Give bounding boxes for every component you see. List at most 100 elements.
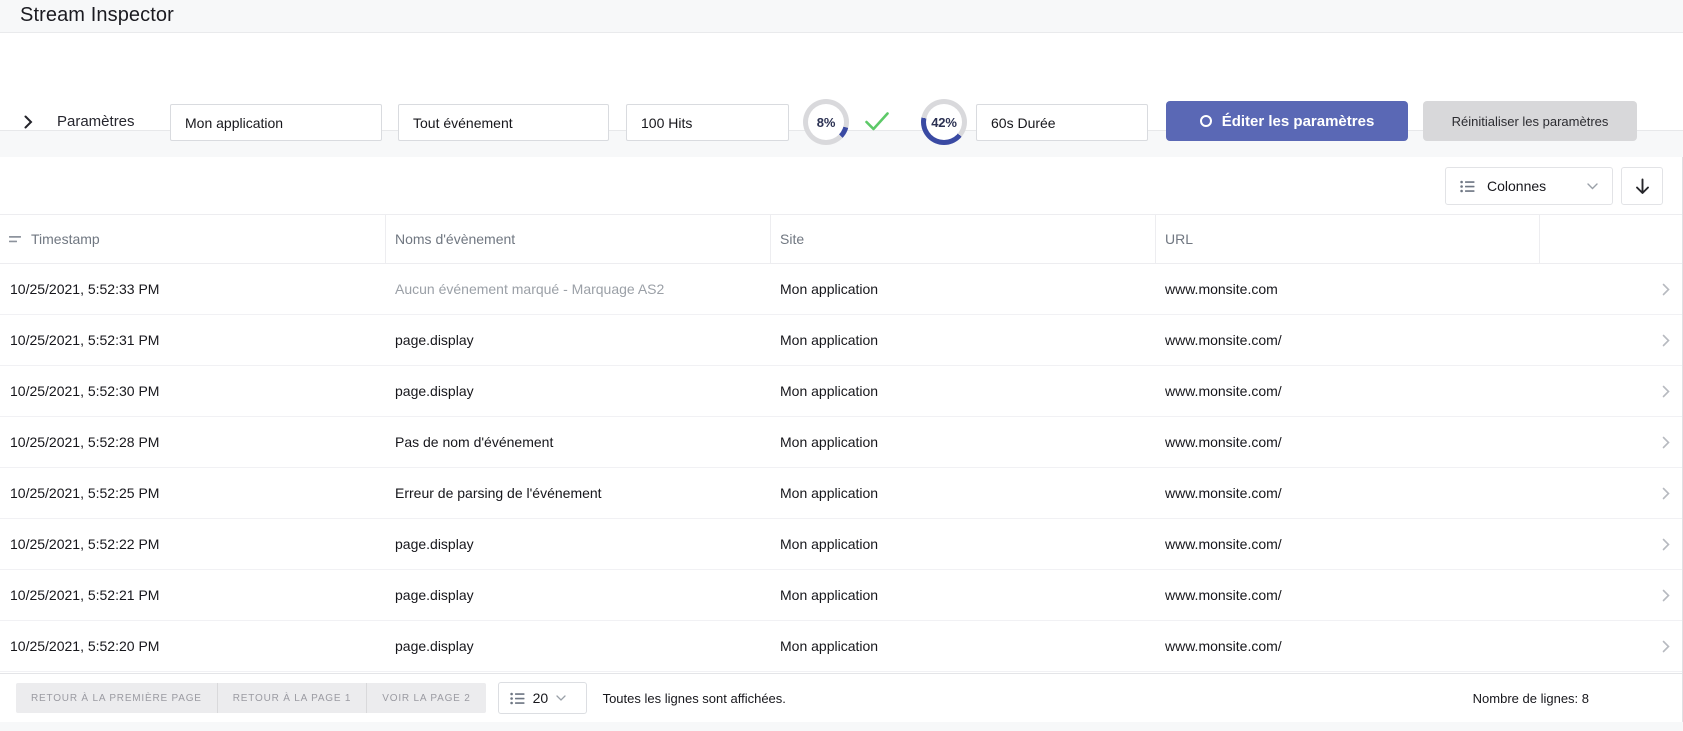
chevron-right-icon	[1662, 334, 1670, 347]
header-site: Site	[771, 215, 1156, 263]
cell-timestamp: 10/25/2021, 5:52:21 PM	[0, 570, 386, 620]
cell-timestamp: 10/25/2021, 5:52:33 PM	[0, 264, 386, 314]
cell-site: Mon application	[771, 264, 1156, 314]
page-1-button[interactable]: RETOUR À LA PAGE 1	[217, 683, 367, 713]
list-icon	[510, 692, 525, 705]
cell-site: Mon application	[771, 468, 1156, 518]
chevron-right-icon	[1662, 640, 1670, 653]
cell-event: Aucun événement marqué - Marquage AS2	[386, 264, 771, 314]
status-check	[864, 111, 890, 132]
table-row[interactable]: 10/25/2021, 5:52:28 PM Pas de nom d'évén…	[0, 417, 1682, 468]
all-rows-message: Toutes les lignes sont affichées.	[603, 691, 786, 706]
chevron-right-icon	[1662, 589, 1670, 602]
header-site-label: Site	[780, 231, 804, 247]
table-body: 10/25/2021, 5:52:33 PM Aucun événement m…	[0, 264, 1682, 672]
cell-site: Mon application	[771, 570, 1156, 620]
cell-site: Mon application	[771, 366, 1156, 416]
site-input[interactable]: Mon application	[170, 104, 382, 141]
duration-progress-label: 42%	[931, 115, 956, 130]
cell-event: page.display	[386, 519, 771, 569]
chevron-right-icon	[24, 115, 33, 129]
columns-label: Colonnes	[1487, 178, 1546, 194]
cell-row-actions	[1540, 366, 1682, 416]
cell-row-actions	[1540, 264, 1682, 314]
reset-parameters-label: Réinitialiser les paramètres	[1452, 114, 1609, 129]
cell-url: www.monsite.com/	[1156, 468, 1540, 518]
event-filter-input[interactable]: Tout événement	[398, 104, 609, 141]
cell-url: www.monsite.com/	[1156, 519, 1540, 569]
parameters-label: Paramètres	[57, 113, 135, 130]
edit-parameters-label: Éditer les paramètres	[1222, 113, 1375, 130]
chevron-right-icon	[1662, 385, 1670, 398]
sort-icon	[9, 235, 22, 244]
hits-input[interactable]: 100 Hits	[626, 104, 789, 141]
cell-row-actions	[1540, 315, 1682, 365]
edit-parameters-button[interactable]: Éditer les paramètres	[1166, 101, 1408, 141]
cell-url: www.monsite.com/	[1156, 570, 1540, 620]
cell-event: page.display	[386, 315, 771, 365]
header-timestamp[interactable]: Timestamp	[0, 215, 386, 263]
header-actions	[1540, 215, 1682, 263]
cell-url: www.monsite.com/	[1156, 417, 1540, 467]
reset-parameters-button[interactable]: Réinitialiser les paramètres	[1423, 101, 1637, 141]
row-count: Nombre de lignes: 8	[1473, 691, 1589, 706]
header-url: URL	[1156, 215, 1540, 263]
parameters-panel: Paramètres Mon application Tout événemen…	[0, 33, 1683, 131]
cell-event: Pas de nom d'événement	[386, 417, 771, 467]
table-footer: RETOUR À LA PREMIÈRE PAGE RETOUR À LA PA…	[0, 673, 1682, 722]
chevron-down-icon	[556, 695, 566, 701]
circle-icon	[1200, 115, 1212, 127]
download-button[interactable]	[1621, 167, 1663, 205]
table-row[interactable]: 10/25/2021, 5:52:25 PM Erreur de parsing…	[0, 468, 1682, 519]
hits-progress-label: 8%	[817, 115, 835, 130]
cell-url: www.monsite.com/	[1156, 621, 1540, 671]
cell-row-actions	[1540, 570, 1682, 620]
chevron-right-icon	[1662, 436, 1670, 449]
page-size-select[interactable]: 20	[498, 682, 587, 714]
cell-site: Mon application	[771, 519, 1156, 569]
cell-event: page.display	[386, 366, 771, 416]
cell-timestamp: 10/25/2021, 5:52:20 PM	[0, 621, 386, 671]
cell-event: Erreur de parsing de l'événement	[386, 468, 771, 518]
cell-row-actions	[1540, 519, 1682, 569]
cell-url: www.monsite.com/	[1156, 366, 1540, 416]
header-url-label: URL	[1165, 231, 1193, 247]
columns-dropdown[interactable]: Colonnes	[1445, 167, 1613, 205]
duration-progress-ring: 42%	[921, 99, 967, 145]
download-icon	[1634, 177, 1651, 196]
table-row[interactable]: 10/25/2021, 5:52:20 PM page.display Mon …	[0, 621, 1682, 672]
title-bar: Stream Inspector	[0, 0, 1683, 33]
check-icon	[864, 111, 890, 132]
cell-timestamp: 10/25/2021, 5:52:22 PM	[0, 519, 386, 569]
table-row[interactable]: 10/25/2021, 5:52:21 PM page.display Mon …	[0, 570, 1682, 621]
cell-row-actions	[1540, 621, 1682, 671]
page-size-value: 20	[533, 690, 549, 706]
hits-progress-inner: 8%	[808, 104, 844, 140]
duration-progress-inner: 42%	[926, 104, 962, 140]
cell-site: Mon application	[771, 417, 1156, 467]
chevron-right-icon	[1662, 283, 1670, 296]
cell-url: www.monsite.com	[1156, 264, 1540, 314]
table-row[interactable]: 10/25/2021, 5:52:22 PM page.display Mon …	[0, 519, 1682, 570]
stream-inspector-page: Stream Inspector Paramètres Mon applicat…	[0, 0, 1683, 731]
cell-row-actions	[1540, 417, 1682, 467]
table-row[interactable]: 10/25/2021, 5:52:31 PM page.display Mon …	[0, 315, 1682, 366]
table-row[interactable]: 10/25/2021, 5:52:30 PM page.display Mon …	[0, 366, 1682, 417]
cell-timestamp: 10/25/2021, 5:52:30 PM	[0, 366, 386, 416]
page-2-button[interactable]: VOIR LA PAGE 2	[366, 683, 485, 713]
first-page-button[interactable]: RETOUR À LA PREMIÈRE PAGE	[16, 683, 217, 713]
cell-row-actions	[1540, 468, 1682, 518]
chevron-right-icon	[1662, 487, 1670, 500]
cell-event: page.display	[386, 621, 771, 671]
cell-timestamp: 10/25/2021, 5:52:28 PM	[0, 417, 386, 467]
expand-parameters-chevron[interactable]	[21, 114, 35, 129]
cell-timestamp: 10/25/2021, 5:52:25 PM	[0, 468, 386, 518]
header-event-names: Noms d'évènement	[386, 215, 771, 263]
cell-url: www.monsite.com/	[1156, 315, 1540, 365]
table-row[interactable]: 10/25/2021, 5:52:33 PM Aucun événement m…	[0, 264, 1682, 315]
header-timestamp-label: Timestamp	[31, 231, 100, 247]
cell-event: page.display	[386, 570, 771, 620]
duration-input[interactable]: 60s Durée	[976, 104, 1148, 141]
cell-site: Mon application	[771, 315, 1156, 365]
chevron-right-icon	[1662, 538, 1670, 551]
